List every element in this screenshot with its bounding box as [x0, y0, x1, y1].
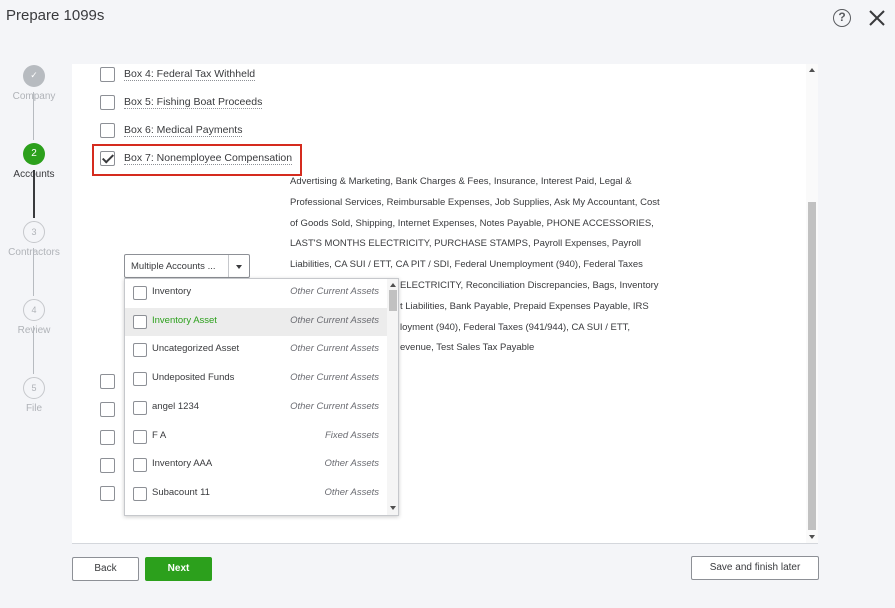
dropdown-item-type: Other Current Assets: [290, 372, 379, 384]
accounts-dropdown: Inventory Other Current Assets Inventory…: [124, 278, 399, 516]
dropdown-item-checkbox[interactable]: [133, 400, 147, 415]
box-checkbox[interactable]: [100, 374, 115, 389]
dropdown-item[interactable]: Inventory Other Current Assets: [125, 279, 387, 308]
step-number-contractors: 3: [23, 221, 45, 243]
box-6-label[interactable]: Box 6: Medical Payments: [124, 124, 243, 137]
dropdown-scrollbar[interactable]: [387, 279, 398, 515]
scroll-thumb[interactable]: [808, 202, 816, 530]
dropdown-item[interactable]: Subacount 11 Other Assets: [125, 480, 387, 509]
dropdown-item-name: Inventory AAA: [152, 458, 213, 470]
dropdown-item-type: Other Assets: [324, 486, 379, 498]
step-number-accounts: 2: [23, 143, 45, 165]
dropdown-item-name: angel 1234: [152, 400, 200, 412]
dropdown-scroll-thumb[interactable]: [389, 290, 397, 311]
dropdown-item-checkbox[interactable]: [133, 314, 147, 329]
box-checkbox[interactable]: [100, 402, 115, 417]
dropdown-item-checkbox[interactable]: [133, 429, 147, 444]
help-icon[interactable]: ?: [833, 9, 851, 27]
dropdown-item-name: Inventory: [152, 286, 192, 297]
dropdown-item-checkbox[interactable]: [133, 286, 147, 300]
highlight-box: [92, 144, 302, 176]
dropdown-item-checkbox[interactable]: [133, 343, 147, 358]
scroll-up-arrow-icon[interactable]: [809, 68, 815, 72]
back-button[interactable]: Back: [72, 557, 139, 581]
box-checkbox[interactable]: [100, 486, 115, 501]
box-4-label[interactable]: Box 4: Federal Tax Withheld: [124, 68, 256, 81]
step-label-review: Review: [17, 325, 51, 336]
dropdown-item-type: Other Current Assets: [290, 286, 379, 297]
dropdown-item-name: Uncategorized Asset: [152, 343, 240, 355]
step-label-company: Company: [12, 91, 56, 102]
accounts-line: Professional Services, Reimbursable Expe…: [290, 196, 660, 208]
dropdown-item[interactable]: Uncategorized Asset Other Current Assets: [125, 336, 387, 365]
dropdown-item-name: Undeposited Funds: [152, 372, 235, 384]
dropdown-item-checkbox[interactable]: [133, 486, 147, 501]
step-label-accounts: Accounts: [13, 169, 55, 180]
step-complete-check-icon: ✓: [23, 65, 45, 87]
panel-scrollbar[interactable]: [806, 64, 818, 543]
dropdown-item-type: Other Current Assets: [290, 314, 379, 326]
dialog-header: Prepare 1099s ?: [0, 0, 895, 40]
scroll-up-arrow-icon[interactable]: [390, 283, 396, 287]
box-4-checkbox[interactable]: [100, 67, 115, 82]
dropdown-item[interactable]: Inventory Asset Other Current Assets: [125, 307, 387, 337]
select-divider: [228, 255, 229, 277]
accounts-select[interactable]: Multiple Accounts ...: [124, 254, 250, 278]
accounts-line: Advertising & Marketing, Bank Charges & …: [290, 176, 632, 187]
dropdown-item-type: Other Current Assets: [290, 343, 379, 355]
accounts-line: Liabilities, CA SUI / ETT, CA PIT / SDI,…: [290, 259, 643, 271]
dropdown-item-name: Subacount 11: [152, 486, 210, 498]
dropdown-item-checkbox[interactable]: [133, 458, 147, 473]
scroll-down-arrow-icon[interactable]: [390, 506, 396, 510]
step-number-file: 5: [23, 377, 45, 399]
dropdown-item-type: Other Assets: [324, 458, 379, 470]
dropdown-item[interactable]: Undeposited Funds Other Current Assets: [125, 365, 387, 394]
dropdown-item[interactable]: angel 1234 Other Current Assets: [125, 394, 387, 423]
save-and-finish-later-button[interactable]: Save and finish later: [691, 556, 819, 580]
scroll-down-arrow-icon[interactable]: [809, 535, 815, 539]
dropdown-item-type: Other Current Assets: [290, 400, 379, 412]
dropdown-item-name: F A: [152, 429, 167, 441]
next-button[interactable]: Next: [145, 557, 212, 581]
box-6-checkbox[interactable]: [100, 123, 115, 138]
box-checkbox[interactable]: [100, 458, 115, 473]
dropdown-item-checkbox[interactable]: [133, 372, 147, 387]
dropdown-item[interactable]: Inventory AAA Other Assets: [125, 451, 387, 480]
step-number-review: 4: [23, 299, 45, 321]
chevron-down-icon[interactable]: [236, 265, 242, 269]
box-checkbox[interactable]: [100, 430, 115, 445]
page-title: Prepare 1099s: [6, 7, 105, 24]
accounts-line: of Goods Sold, Shipping, Internet Expens…: [290, 217, 654, 229]
step-label-contractors: Contractors: [8, 247, 60, 258]
accounts-select-value: Multiple Accounts ...: [131, 261, 216, 272]
dropdown-item-name: Inventory Asset: [152, 314, 217, 326]
step-label-file: File: [25, 403, 43, 414]
box-5-label[interactable]: Box 5: Fishing Boat Proceeds: [124, 96, 263, 109]
close-icon[interactable]: [866, 7, 888, 29]
dropdown-item-type: Fixed Assets: [324, 429, 379, 441]
accounts-line: LAST'S MONTHS ELECTRICITY, PURCHASE STAM…: [290, 238, 641, 250]
dropdown-item[interactable]: F A Fixed Assets: [125, 423, 387, 452]
box-5-checkbox[interactable]: [100, 95, 115, 110]
